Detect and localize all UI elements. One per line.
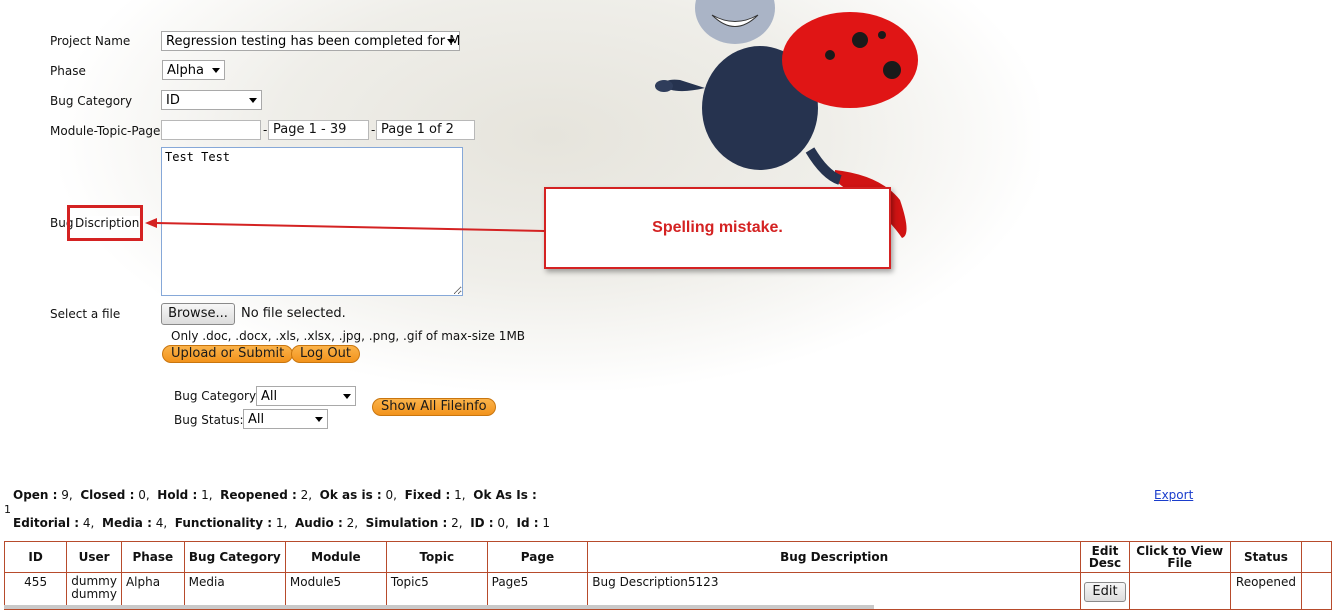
annotation-arrow (145, 218, 545, 232)
annotation-callout: Spelling mistake. (544, 187, 891, 269)
callout-text: Spelling mistake. (652, 219, 783, 236)
